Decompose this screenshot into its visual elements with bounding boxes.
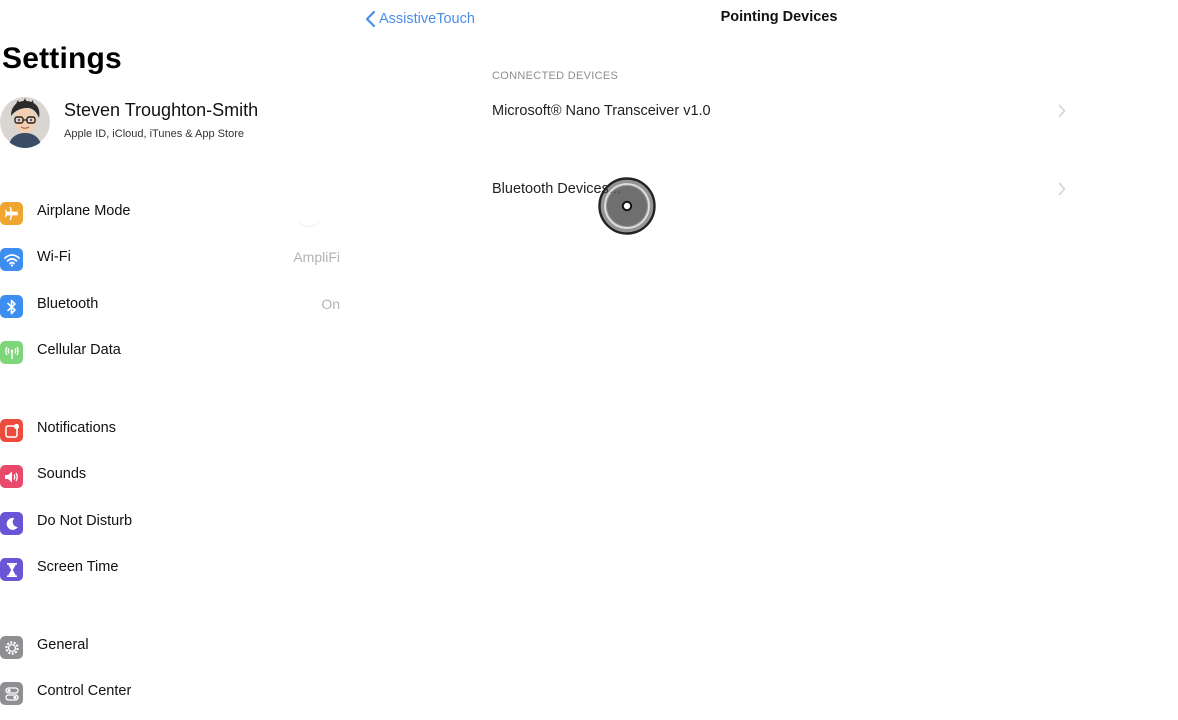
sidebar-item-control-center[interactable]: Control Center	[0, 671, 352, 715]
sidebar-item-label: Wi-Fi	[37, 249, 71, 265]
sidebar-item-label: Cellular Data	[37, 342, 121, 358]
sidebar-item-sounds[interactable]: Sounds	[0, 454, 352, 498]
antenna-icon	[0, 341, 23, 364]
profile-subtitle: Apple ID, iCloud, iTunes & App Store	[64, 128, 244, 140]
bluetooth-status-value: On	[321, 296, 340, 312]
pointer-cursor-icon	[598, 177, 656, 235]
sidebar-item-label: Do Not Disturb	[37, 513, 133, 529]
sidebar-item-notifications[interactable]: Notifications	[0, 408, 352, 452]
sidebar-item-general[interactable]: General	[0, 625, 352, 669]
page-title: Pointing Devices	[720, 9, 838, 25]
sidebar-item-wifi[interactable]: Wi-Fi AmpliFi	[0, 237, 352, 281]
bluetooth-icon	[0, 295, 23, 318]
wifi-icon	[0, 248, 23, 271]
back-button[interactable]: AssistiveTouch	[364, 8, 475, 30]
sidebar-item-screen-time[interactable]: Screen Time	[0, 547, 352, 591]
sidebar-item-cellular-data[interactable]: Cellular Data	[0, 330, 352, 374]
sidebar-title: Settings	[2, 42, 122, 75]
sidebar-item-bluetooth[interactable]: Bluetooth On	[0, 284, 352, 328]
gear-icon	[0, 636, 23, 659]
sidebar-item-label: Sounds	[37, 466, 87, 482]
wifi-network-value: AmpliFi	[293, 249, 340, 265]
sidebar-item-label: Notifications	[37, 420, 116, 436]
back-button-label: AssistiveTouch	[379, 11, 475, 27]
chevron-right-icon	[1058, 182, 1066, 196]
chevron-right-icon	[1058, 104, 1066, 118]
switches-icon	[0, 682, 23, 705]
sidebar-item-label: Bluetooth	[37, 296, 99, 312]
chevron-left-icon	[365, 10, 376, 28]
sidebar-item-do-not-disturb[interactable]: Do Not Disturb	[0, 501, 352, 545]
device-row-microsoft-nano-transceiver[interactable]: Microsoft® Nano Transceiver v1.0	[492, 90, 1072, 134]
settings-sidebar: Settings Steven Troughton-Smith Apple ID…	[0, 0, 352, 720]
sidebar-item-label: Screen Time	[37, 559, 119, 575]
device-row-label: Microsoft® Nano Transceiver v1.0	[492, 103, 711, 119]
sidebar-item-label: Control Center	[37, 683, 132, 699]
sidebar-item-label: General	[37, 637, 89, 653]
speaker-icon	[0, 465, 23, 488]
moon-icon	[0, 512, 23, 535]
bluetooth-devices-row[interactable]: Bluetooth Devices...	[492, 168, 1072, 212]
settings-screen: Settings Steven Troughton-Smith Apple ID…	[0, 0, 1178, 720]
profile-name: Steven Troughton-Smith	[64, 100, 259, 120]
hourglass-icon	[0, 558, 23, 581]
avatar	[0, 96, 50, 148]
sidebar-item-label: Airplane Mode	[37, 203, 131, 219]
airplane-icon	[0, 202, 23, 225]
apple-id-profile-row[interactable]: Steven Troughton-Smith Apple ID, iCloud,…	[0, 96, 352, 152]
notifications-icon	[0, 419, 23, 442]
section-header: CONNECTED DEVICES	[492, 70, 619, 82]
